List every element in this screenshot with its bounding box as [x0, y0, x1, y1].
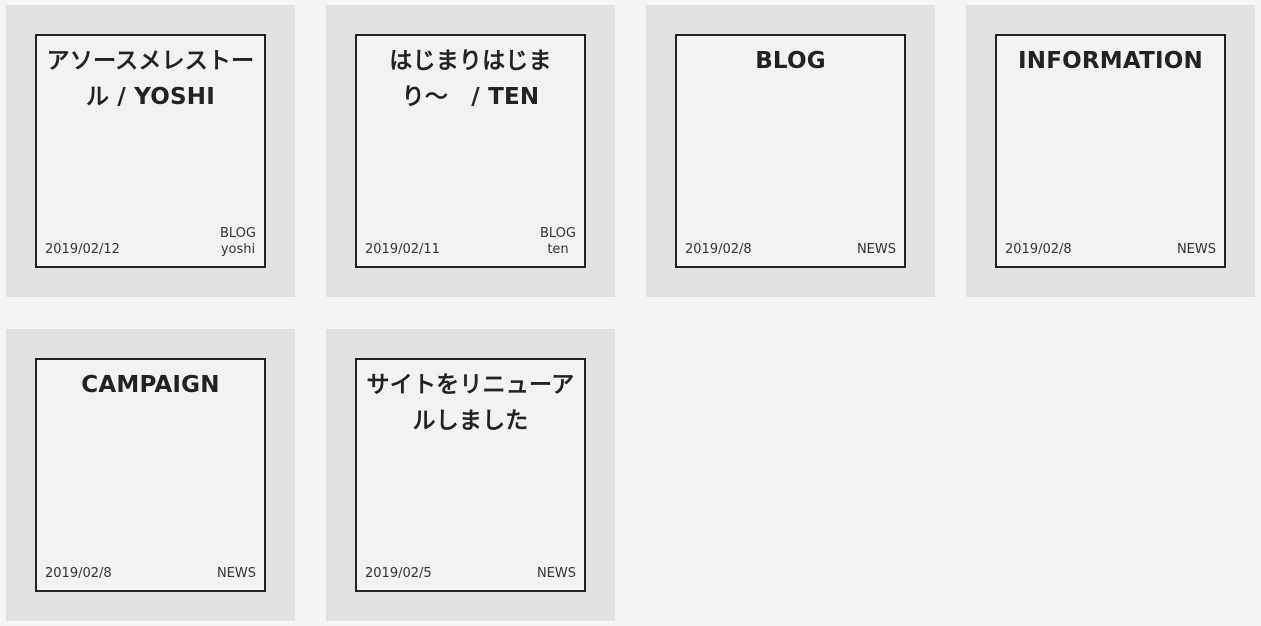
post-date: 2019/02/5 — [365, 566, 432, 581]
post-category: NEWS — [856, 242, 896, 257]
post-title: INFORMATION — [1018, 48, 1203, 74]
post-title: アソースメレストール / YOSHI — [46, 48, 255, 110]
post-category: BLOG — [539, 226, 576, 241]
post-card[interactable]: はじまりはじまり〜 / TEN 2019/02/11 BLOG ten — [326, 5, 615, 297]
post-card[interactable]: INFORMATION 2019/02/8 NEWS — [966, 5, 1255, 297]
post-card-frame: INFORMATION 2019/02/8 NEWS — [995, 34, 1226, 268]
post-meta: NEWS — [857, 242, 896, 258]
post-grid: アソースメレストール / YOSHI 2019/02/12 BLOG yoshi… — [6, 5, 1255, 621]
post-card[interactable]: アソースメレストール / YOSHI 2019/02/12 BLOG yoshi — [6, 5, 295, 297]
post-author: ten — [547, 242, 569, 257]
post-card-frame: はじまりはじまり〜 / TEN 2019/02/11 BLOG ten — [355, 34, 586, 268]
post-title: BLOG — [755, 48, 826, 74]
post-meta: NEWS — [217, 566, 256, 582]
post-meta: BLOG yoshi — [220, 226, 256, 258]
post-meta: NEWS — [537, 566, 576, 582]
post-category: NEWS — [536, 566, 576, 581]
post-title: サイトをリニューアルしました — [366, 372, 575, 434]
post-date: 2019/02/8 — [1005, 242, 1072, 257]
post-card[interactable]: BLOG 2019/02/8 NEWS — [646, 5, 935, 297]
post-card-frame: CAMPAIGN 2019/02/8 NEWS — [35, 358, 266, 592]
post-category: BLOG — [219, 226, 256, 241]
post-category: NEWS — [216, 566, 256, 581]
post-title: はじまりはじまり〜 / TEN — [389, 48, 552, 110]
post-category: NEWS — [1176, 242, 1216, 257]
post-card[interactable]: サイトをリニューアルしました 2019/02/5 NEWS — [326, 329, 615, 621]
post-meta: NEWS — [1177, 242, 1216, 258]
post-date: 2019/02/11 — [365, 242, 440, 257]
post-date: 2019/02/12 — [45, 242, 120, 257]
post-author: yoshi — [220, 242, 256, 257]
post-card-frame: サイトをリニューアルしました 2019/02/5 NEWS — [355, 358, 586, 592]
post-date: 2019/02/8 — [685, 242, 752, 257]
post-meta: BLOG ten — [540, 226, 576, 258]
post-title: CAMPAIGN — [81, 372, 220, 398]
post-card-frame: BLOG 2019/02/8 NEWS — [675, 34, 906, 268]
post-date: 2019/02/8 — [45, 566, 112, 581]
post-card[interactable]: CAMPAIGN 2019/02/8 NEWS — [6, 329, 295, 621]
post-card-frame: アソースメレストール / YOSHI 2019/02/12 BLOG yoshi — [35, 34, 266, 268]
